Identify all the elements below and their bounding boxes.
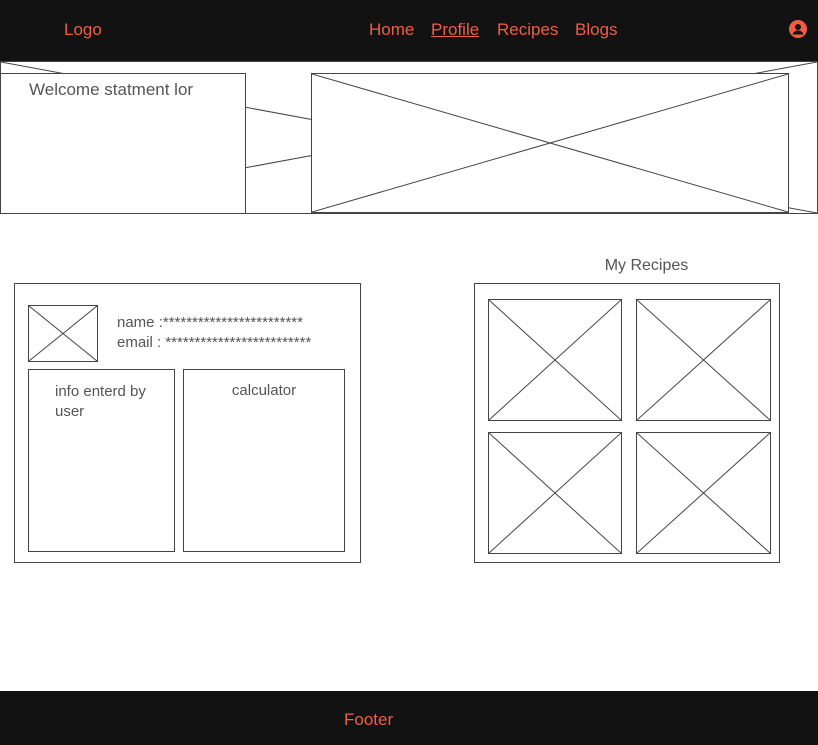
nav-recipes[interactable]: Recipes [497,20,558,40]
recipe-card[interactable] [636,299,771,421]
nav-home[interactable]: Home [369,20,414,40]
avatar-placeholder [28,305,98,362]
profile-name: name :************************ [117,314,303,331]
recipe-card[interactable] [488,432,622,554]
hero-image-placeholder [311,73,789,213]
user-circle-icon[interactable] [789,20,807,38]
footer-text: Footer [344,710,394,729]
nav-profile[interactable]: Profile [431,20,479,40]
welcome-text: Welcome statment lor [29,80,194,99]
recipe-card[interactable] [636,432,771,554]
calculator-label: calculator [231,382,297,399]
nav-blogs[interactable]: Blogs [575,20,618,40]
profile-email: email : ************************* [117,334,312,351]
footer-bar [0,691,818,745]
logo[interactable]: Logo [64,20,102,40]
recipe-card[interactable] [488,299,622,421]
user-info-panel: info enterd by user [28,369,175,552]
welcome-panel: Welcome statment lor [0,73,246,214]
my-recipes-title: My Recipes [604,257,689,274]
user-info-text: info enterd by user [55,383,146,420]
calculator-panel[interactable]: calculator [183,369,345,552]
